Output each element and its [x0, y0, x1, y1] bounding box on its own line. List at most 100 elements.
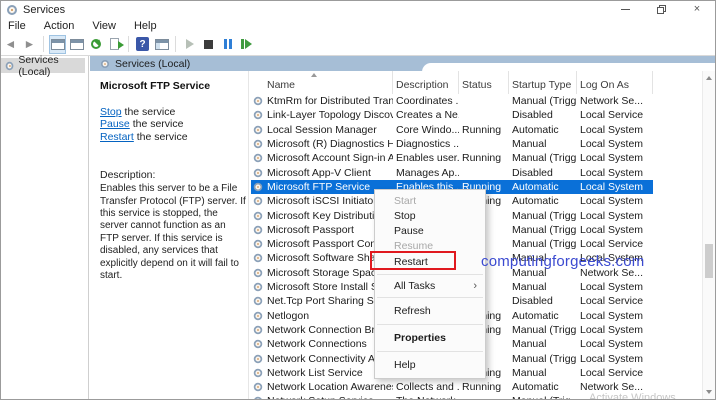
- stop-link[interactable]: Stop: [100, 106, 122, 118]
- restart-service-button[interactable]: [238, 35, 255, 54]
- restart-link[interactable]: Restart: [100, 131, 134, 143]
- stop-service-link-line: Stop the service: [100, 106, 248, 118]
- console-tree-button[interactable]: [49, 35, 66, 54]
- cell-log-on-as: Local System: [577, 224, 653, 236]
- service-gear-icon: [254, 154, 263, 163]
- start-service-button[interactable]: [181, 35, 198, 54]
- cell-name: Microsoft App-V Client: [251, 167, 393, 179]
- table-row[interactable]: Local Session ManagerCore Windo...Runnin…: [251, 123, 653, 137]
- cell-log-on-as: Local System: [577, 324, 653, 336]
- cell-log-on-as: Local System: [577, 338, 653, 350]
- back-button[interactable]: ◄: [2, 35, 19, 54]
- minimize-button[interactable]: [607, 1, 643, 18]
- cell-startup-type: Automatic: [509, 381, 577, 393]
- cell-name: Network Connections: [251, 338, 393, 350]
- menu-help[interactable]: Help: [125, 20, 166, 32]
- toolbar-separator: [43, 36, 44, 52]
- cell-startup-type: Manual (Trigg...: [509, 152, 577, 164]
- action-pane-button[interactable]: [153, 35, 170, 54]
- menu-item-properties[interactable]: Properties: [375, 328, 485, 348]
- close-button[interactable]: ×: [679, 1, 715, 18]
- table-row[interactable]: KtmRm for Distributed Trans...Coordinate…: [251, 94, 653, 108]
- column-header-startup-type[interactable]: Startup Type: [509, 71, 577, 94]
- cell-name: Netlogon: [251, 310, 393, 322]
- tree-item-services-local[interactable]: Services (Local): [1, 58, 85, 73]
- service-gear-icon: [254, 297, 263, 306]
- close-icon: ×: [694, 4, 700, 15]
- menu-action[interactable]: Action: [35, 20, 84, 32]
- column-header-status[interactable]: Status: [459, 71, 509, 94]
- app-icon: [7, 5, 17, 15]
- menu-item-help[interactable]: Help: [375, 355, 485, 375]
- cell-status: Running: [459, 152, 509, 164]
- scrollbar-thumb[interactable]: [705, 244, 713, 278]
- cell-name: Microsoft Key Distribution: [251, 210, 393, 222]
- toolbar-separator: [175, 36, 176, 52]
- forward-button[interactable]: ►: [21, 35, 38, 54]
- menu-item-pause[interactable]: Pause: [375, 223, 485, 238]
- table-row[interactable]: Microsoft (R) Diagnostics Hu...Diagnosti…: [251, 137, 653, 151]
- description-label: Description:: [100, 169, 248, 181]
- refresh-button[interactable]: [87, 35, 104, 54]
- start-service-icon: [186, 39, 194, 49]
- service-gear-icon: [254, 383, 263, 392]
- service-gear-icon: [254, 226, 263, 235]
- restore-button[interactable]: [643, 1, 679, 18]
- menu-item-stop[interactable]: Stop: [375, 208, 485, 223]
- service-name: Link-Layer Topology Discove...: [267, 109, 393, 121]
- forward-icon: ►: [24, 38, 36, 50]
- pause-service-button[interactable]: [219, 35, 236, 54]
- export-list-button[interactable]: [106, 35, 123, 54]
- cell-log-on-as: Local Service: [577, 238, 653, 250]
- menu-file[interactable]: File: [1, 20, 35, 32]
- menu-separator: [377, 297, 483, 298]
- column-header-name[interactable]: Name: [249, 71, 393, 94]
- cell-startup-type: Manual (Trigg...: [509, 353, 577, 365]
- menu-view[interactable]: View: [83, 20, 125, 32]
- help-button[interactable]: ?: [134, 35, 151, 54]
- cell-log-on-as: Local System: [577, 210, 653, 222]
- table-row[interactable]: Link-Layer Topology Discove...Creates a …: [251, 108, 653, 122]
- restart-service-icon: [241, 39, 252, 49]
- cell-description: Coordinates ...: [393, 95, 459, 107]
- service-name: Network Location Awareness: [267, 381, 393, 393]
- cell-startup-type: Manual: [509, 367, 577, 379]
- cell-name: Network Location Awareness: [251, 381, 393, 393]
- cell-log-on-as: Local System: [577, 281, 653, 293]
- toolbar: ◄ ► ?: [1, 33, 715, 56]
- service-gear-icon: [254, 283, 263, 292]
- pause-link[interactable]: Pause: [100, 118, 130, 130]
- service-name: Microsoft FTP Service: [267, 181, 370, 193]
- cell-name: Local Session Manager: [251, 124, 393, 136]
- table-row[interactable]: Microsoft Account Sign-in A...Enables us…: [251, 151, 653, 165]
- cell-startup-type: Manual: [509, 338, 577, 350]
- window-title: Services: [23, 4, 65, 16]
- vertical-scrollbar[interactable]: [702, 71, 715, 399]
- column-header-description[interactable]: Description: [393, 71, 459, 94]
- cell-name: KtmRm for Distributed Trans...: [251, 95, 393, 107]
- submenu-arrow-icon: ›: [473, 280, 477, 292]
- activation-watermark: Activate Windows: [589, 392, 676, 400]
- services-window: Services × File Action View Help ◄ ► ?: [0, 0, 716, 400]
- menu-item-all-tasks[interactable]: All Tasks›: [375, 278, 485, 294]
- stop-service-button[interactable]: [200, 35, 217, 54]
- cell-log-on-as: Local Service: [577, 295, 653, 307]
- cell-name: Network Connection Brok...: [251, 324, 393, 336]
- properties-window-icon: [70, 39, 84, 50]
- cell-description: Core Windo...: [393, 124, 459, 136]
- cell-status: Running: [459, 124, 509, 136]
- table-row[interactable]: Microsoft App-V ClientManages Ap...Disab…: [251, 166, 653, 180]
- column-header-log-on-as[interactable]: Log On As: [577, 71, 653, 94]
- service-name: KtmRm for Distributed Trans...: [267, 95, 393, 107]
- scroll-up-icon[interactable]: [706, 76, 712, 80]
- menu-item-start: Start: [375, 193, 485, 208]
- cell-startup-type: Disabled: [509, 167, 577, 179]
- service-gear-icon: [254, 111, 263, 120]
- service-gear-icon: [254, 168, 263, 177]
- restart-service-link-line: Restart the service: [100, 131, 248, 143]
- menu-item-refresh[interactable]: Refresh: [375, 301, 485, 321]
- cell-log-on-as: Local System: [577, 310, 653, 322]
- menu-separator: [377, 324, 483, 325]
- scroll-down-icon[interactable]: [706, 390, 712, 394]
- properties-toolbar-button[interactable]: [68, 35, 85, 54]
